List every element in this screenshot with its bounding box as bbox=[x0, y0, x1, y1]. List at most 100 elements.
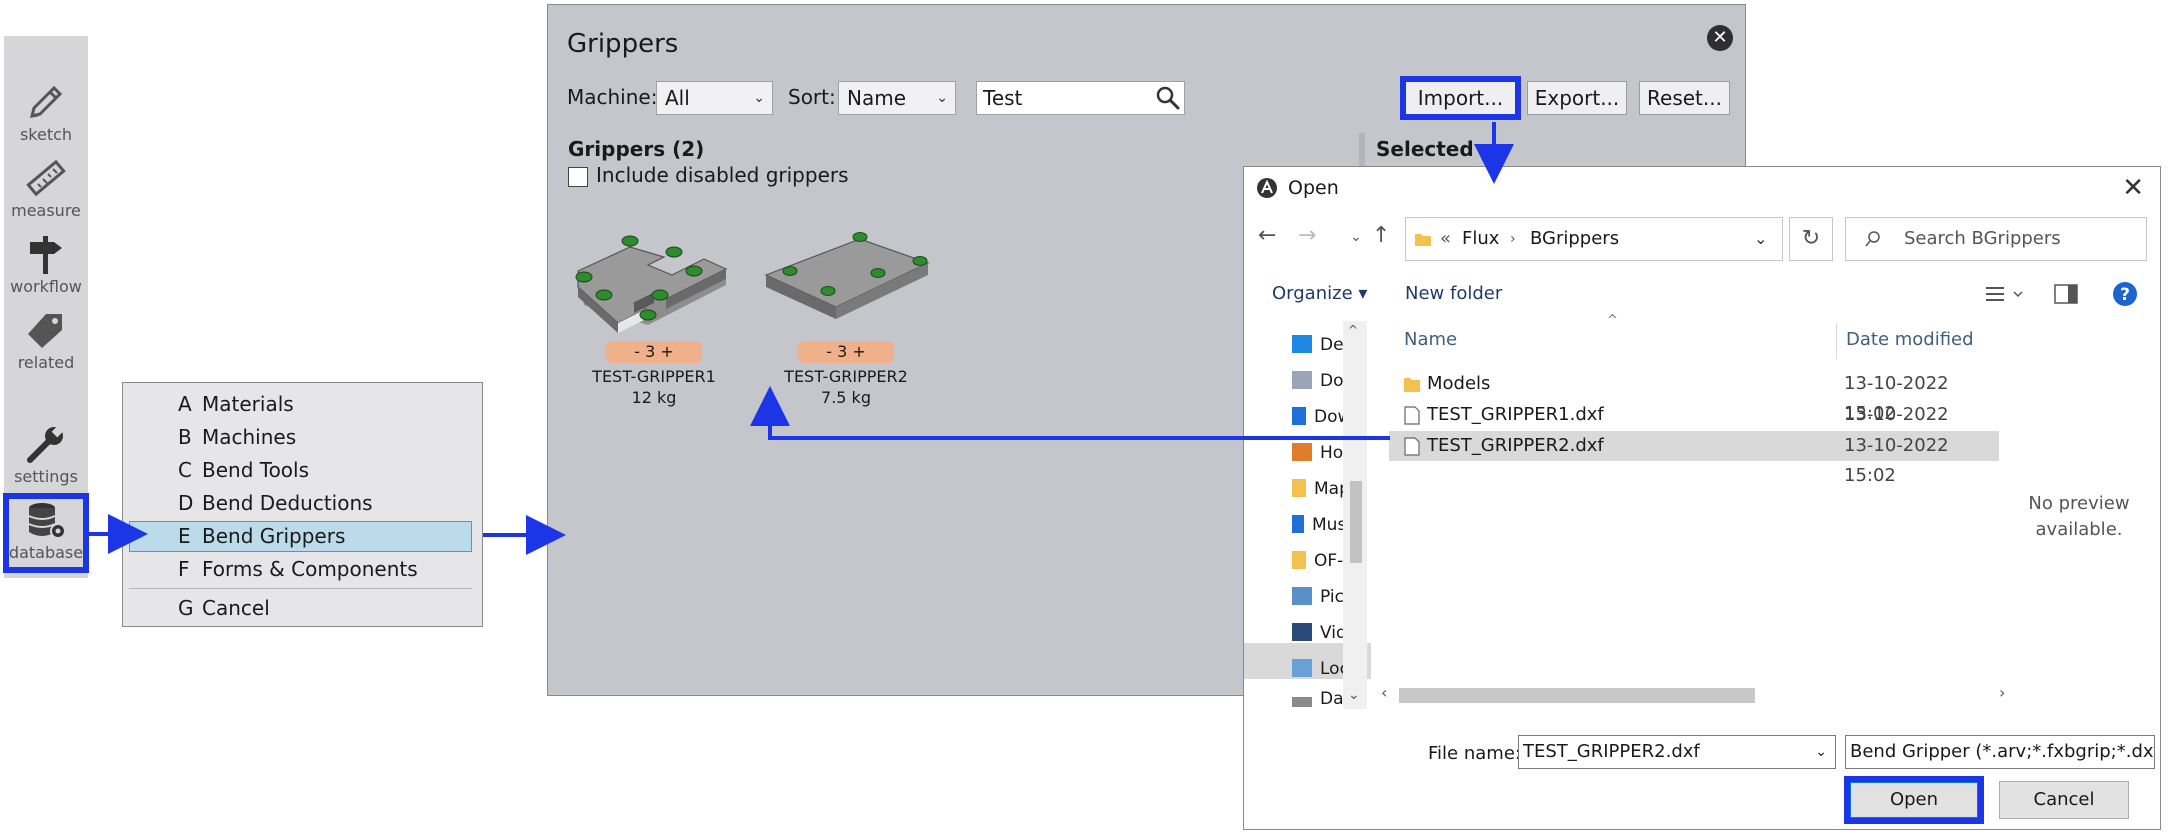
reset-button[interactable]: Reset... bbox=[1639, 81, 1730, 115]
close-icon[interactable]: ✕ bbox=[1707, 25, 1733, 51]
menu-item-bend-grippers[interactable]: E Bend Grippers bbox=[129, 521, 472, 552]
menu-item-bend-tools[interactable]: C Bend Tools bbox=[129, 455, 472, 486]
folder-icon bbox=[1404, 378, 1420, 392]
toolbar-label: measure bbox=[11, 201, 81, 220]
column-header-name[interactable]: Name bbox=[1404, 329, 1457, 350]
include-disabled-checkbox[interactable] bbox=[568, 167, 588, 187]
search-box[interactable]: Search BGrippers bbox=[1845, 217, 2147, 261]
chevron-down-icon[interactable]: ⌄ bbox=[1754, 218, 1767, 260]
menu-item-cancel[interactable]: G Cancel bbox=[129, 593, 472, 624]
preview-text: No preview bbox=[2028, 493, 2130, 514]
file-type-filter-value: Bend Gripper (*.arv;*.fxbgrip;*.dxf;*.ge… bbox=[1850, 741, 2154, 762]
chevron-left-icon[interactable]: ‹ bbox=[1381, 683, 1387, 702]
search-icon[interactable] bbox=[1154, 84, 1182, 112]
breadcrumb-flux[interactable]: Flux bbox=[1462, 218, 1499, 260]
back-arrow-icon[interactable]: ← bbox=[1258, 223, 1276, 248]
toolbar-sketch[interactable]: sketch bbox=[4, 80, 88, 144]
wrench-icon bbox=[27, 424, 65, 463]
nav-scrollbar-thumb[interactable] bbox=[1350, 481, 1362, 563]
search-input[interactable]: Test bbox=[976, 81, 1185, 115]
help-icon[interactable]: ? bbox=[2112, 281, 2138, 307]
chevron-up-icon[interactable]: ^ bbox=[1348, 323, 1358, 337]
gripper-weight: 12 kg bbox=[631, 388, 677, 407]
toolbar-related[interactable]: related bbox=[4, 308, 88, 372]
drive-icon bbox=[1292, 697, 1312, 707]
forward-arrow-icon[interactable]: → bbox=[1298, 223, 1316, 248]
breadcrumb-separator-icon: › bbox=[1510, 231, 1516, 247]
new-folder-button[interactable]: New folder bbox=[1405, 283, 1502, 304]
toolbar-label: database bbox=[8, 543, 84, 562]
gripper-card[interactable]: - 3 + TEST-GRIPPER1 12 kg bbox=[564, 215, 744, 407]
menu-separator bbox=[129, 588, 472, 589]
videos-icon bbox=[1292, 623, 1312, 641]
window-title: Grippers bbox=[567, 29, 679, 59]
file-name-input[interactable]: TEST_GRIPPER2.dxf ⌄ bbox=[1518, 735, 1836, 769]
toolbar-measure[interactable]: measure bbox=[4, 156, 88, 220]
chevron-down-icon[interactable]: ⌄ bbox=[1815, 736, 1827, 768]
chevron-down-icon: ⌄ bbox=[936, 90, 948, 106]
breadcrumb-overflow[interactable]: « bbox=[1440, 218, 1451, 260]
gripper-card[interactable]: - 3 + TEST-GRIPPER2 7.5 kg bbox=[756, 215, 936, 407]
preview-pane-icon[interactable] bbox=[2054, 283, 2078, 305]
export-button[interactable]: Export... bbox=[1527, 81, 1627, 115]
sort-select[interactable]: Name ⌄ bbox=[838, 81, 956, 115]
chevron-down-icon[interactable]: ⌄ bbox=[1348, 687, 1360, 703]
menu-label: Bend Tools bbox=[202, 458, 310, 482]
menu-key: C bbox=[178, 458, 192, 482]
refresh-button[interactable]: ↻ bbox=[1789, 217, 1833, 261]
menu-item-machines[interactable]: B Machines bbox=[129, 422, 472, 453]
view-options-icon[interactable] bbox=[1984, 283, 2028, 305]
chevron-right-icon[interactable]: › bbox=[1999, 683, 2005, 702]
toolbar-workflow[interactable]: workflow bbox=[4, 232, 88, 296]
home-icon bbox=[1292, 443, 1312, 461]
menu-label: Bend Deductions bbox=[202, 491, 373, 515]
column-header-date[interactable]: Date modified bbox=[1846, 329, 1974, 350]
toolbar-database[interactable]: database bbox=[3, 493, 89, 573]
file-date: 13-10-2022 15:02 bbox=[1844, 435, 1949, 486]
dialog-title: Open bbox=[1288, 177, 1339, 199]
nav-scrollbar[interactable]: ^ ⌄ bbox=[1343, 321, 1367, 709]
cancel-button[interactable]: Cancel bbox=[1999, 781, 2129, 819]
chevron-down-icon: ⌄ bbox=[753, 90, 765, 106]
menu-item-forms-components[interactable]: F Forms & Components bbox=[129, 554, 472, 585]
file-row[interactable]: TEST_GRIPPER1.dxf 13-10-2022 14:59 bbox=[1389, 400, 1999, 455]
downloads-icon bbox=[1292, 407, 1306, 425]
menu-label: Cancel bbox=[202, 596, 270, 620]
file-name: TEST_GRIPPER1.dxf bbox=[1427, 404, 1604, 425]
quantity-stepper[interactable]: - 3 + bbox=[606, 341, 702, 363]
recent-locations-chevron-icon[interactable]: ⌄ bbox=[1350, 229, 1362, 245]
folder-icon bbox=[1292, 551, 1306, 569]
organize-button[interactable]: Organize ▾ bbox=[1272, 283, 1367, 304]
up-arrow-icon[interactable]: ↑ bbox=[1372, 223, 1390, 248]
file-icon bbox=[1404, 406, 1420, 425]
file-icon bbox=[1404, 437, 1420, 456]
column-divider[interactable] bbox=[1836, 323, 1837, 359]
machine-select[interactable]: All ⌄ bbox=[656, 81, 773, 115]
menu-item-materials[interactable]: A Materials bbox=[129, 389, 472, 420]
quantity-stepper[interactable]: - 3 + bbox=[798, 341, 894, 363]
file-row[interactable]: Models 13-10-2022 15:02 bbox=[1389, 369, 1999, 424]
svg-text:?: ? bbox=[2120, 285, 2130, 305]
side-toolbar: sketch measure workflow related settings bbox=[3, 36, 89, 578]
menu-item-bend-deductions[interactable]: D Bend Deductions bbox=[129, 488, 472, 519]
file-type-filter[interactable]: Bend Gripper (*.arv;*.fxbgrip;*.dxf;*.ge… bbox=[1845, 735, 2155, 769]
toolbar-label: related bbox=[17, 353, 75, 372]
file-row-selected[interactable]: TEST_GRIPPER2.dxf 13-10-2022 15:02 bbox=[1389, 431, 1999, 486]
preview-pane: No preview available. bbox=[2004, 491, 2154, 543]
search-icon bbox=[1865, 231, 1880, 247]
toolbar-settings[interactable]: settings bbox=[4, 422, 88, 486]
file-list-hscrollbar[interactable]: ‹ › bbox=[1377, 683, 2015, 707]
menu-key: G bbox=[178, 596, 194, 620]
hscrollbar-thumb[interactable] bbox=[1399, 688, 1755, 703]
breadcrumb-bgrippers[interactable]: BGrippers bbox=[1530, 218, 1619, 260]
folder-icon bbox=[1292, 479, 1306, 497]
open-button[interactable]: Open bbox=[1844, 776, 1984, 824]
menu-key: A bbox=[178, 392, 192, 416]
gripper-weight: 7.5 kg bbox=[821, 388, 871, 407]
toolbar-label: sketch bbox=[19, 125, 73, 144]
import-button[interactable]: Import... bbox=[1400, 76, 1521, 120]
close-icon[interactable]: ✕ bbox=[2122, 173, 2144, 203]
file-name-value: TEST_GRIPPER2.dxf bbox=[1523, 741, 1700, 762]
address-bar[interactable]: « Flux › BGrippers ⌄ bbox=[1405, 217, 1783, 261]
toolbar-label: settings bbox=[14, 467, 78, 486]
